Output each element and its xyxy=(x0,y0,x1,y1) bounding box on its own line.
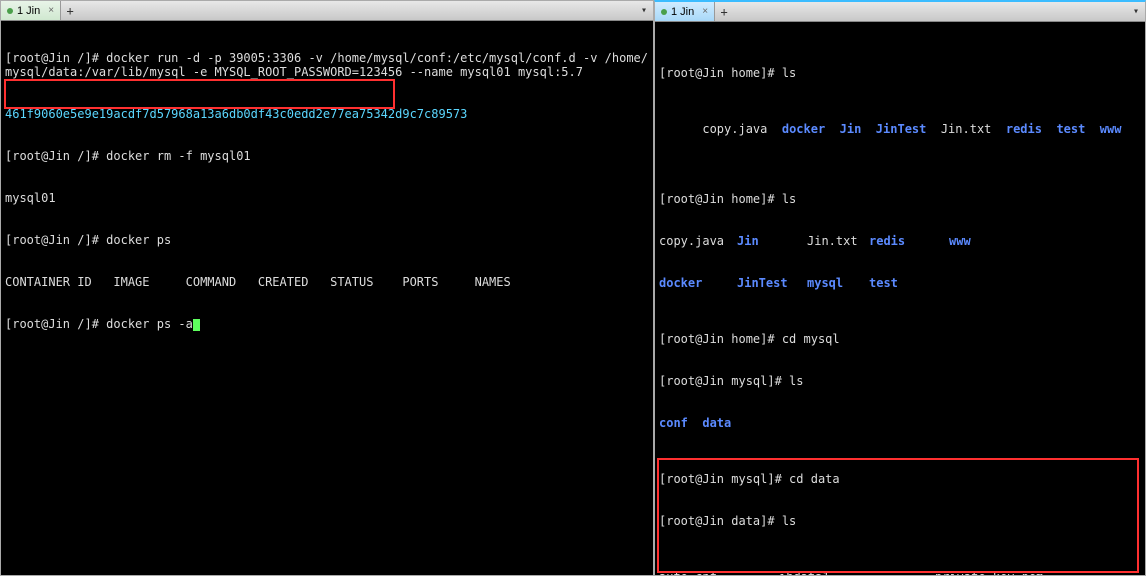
cursor-icon xyxy=(193,319,200,331)
terminal-right[interactable]: [root@Jin home]# ls copy.java docker Jin… xyxy=(655,22,1145,575)
status-dot-icon xyxy=(7,8,13,14)
tab-bar-left: 1 Jin × + ▾ xyxy=(1,1,653,21)
new-tab-button[interactable]: + xyxy=(715,2,733,21)
tab-label: 1 Jin xyxy=(17,5,40,17)
new-tab-button[interactable]: + xyxy=(61,1,79,20)
tab-bar-right: 1 Jin × + ▾ xyxy=(655,2,1145,22)
status-dot-icon xyxy=(661,9,667,15)
highlight-box-left xyxy=(4,79,395,109)
close-icon[interactable]: × xyxy=(48,5,54,16)
tab-menu-button[interactable]: ▾ xyxy=(635,1,653,20)
close-icon[interactable]: × xyxy=(702,6,708,17)
tab-left[interactable]: 1 Jin × xyxy=(1,1,61,20)
tab-label: 1 Jin xyxy=(671,6,694,18)
terminal-left[interactable]: [root@Jin /]# docker run -d -p 39005:330… xyxy=(1,21,653,575)
tab-menu-button[interactable]: ▾ xyxy=(1127,2,1145,21)
terminal-pane-left: 1 Jin × + ▾ [root@Jin /]# docker run -d … xyxy=(0,0,654,576)
tab-right[interactable]: 1 Jin × xyxy=(655,2,715,21)
terminal-pane-right: 1 Jin × + ▾ [root@Jin home]# ls copy.jav… xyxy=(654,0,1146,576)
